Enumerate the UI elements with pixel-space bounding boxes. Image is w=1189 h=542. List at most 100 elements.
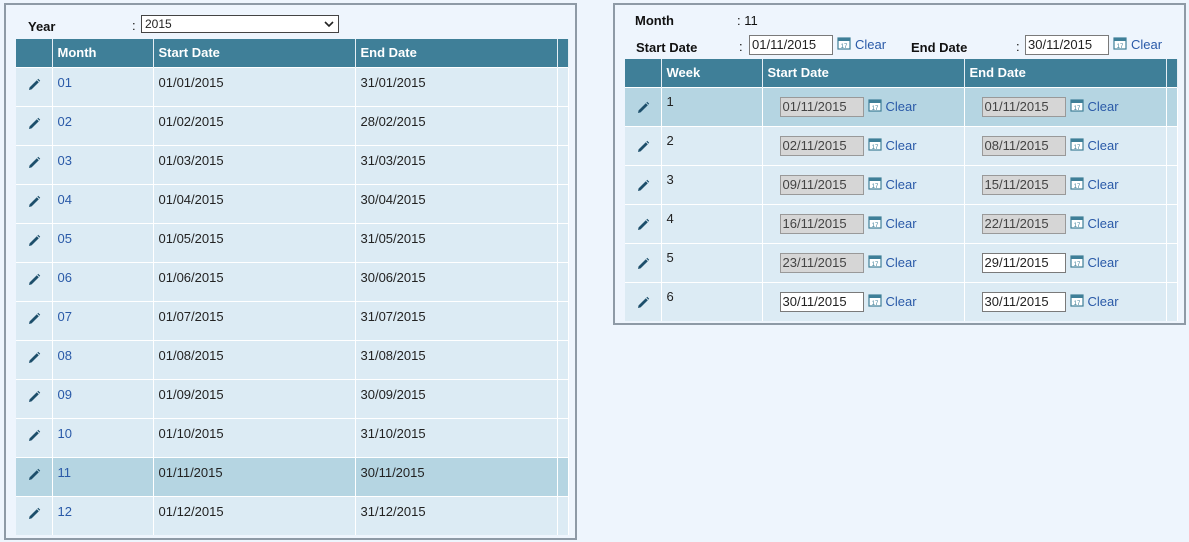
edit-cell[interactable]	[16, 339, 53, 379]
month-link[interactable]: 05	[58, 231, 72, 246]
end-date-input[interactable]: 30/11/2015	[1025, 35, 1109, 55]
table-row[interactable]: 4 16/11/2015 17 Clear 22/11/2015 17 Clear	[625, 203, 1178, 243]
table-row[interactable]: 06 01/06/2015 30/06/2015	[16, 261, 569, 301]
table-row[interactable]: 12 01/12/2015 31/12/2015	[16, 495, 569, 535]
year-select[interactable]: 2015	[141, 15, 339, 33]
pencil-icon[interactable]	[635, 178, 651, 194]
calendar-icon[interactable]: 17	[1069, 98, 1084, 112]
edit-cell[interactable]	[16, 300, 53, 340]
week-start-date-clear-link[interactable]: Clear	[886, 177, 917, 192]
week-end-date-clear-link[interactable]: Clear	[1088, 255, 1119, 270]
edit-cell[interactable]	[16, 495, 53, 535]
week-start-date-input[interactable]: 30/11/2015	[779, 291, 864, 312]
edit-cell[interactable]	[16, 417, 53, 457]
calendar-icon[interactable]: 17	[867, 293, 882, 307]
month-link[interactable]: 10	[58, 426, 72, 441]
table-row[interactable]: 07 01/07/2015 31/07/2015	[16, 300, 569, 340]
week-end-date-clear-link[interactable]: Clear	[1088, 294, 1119, 309]
calendar-icon[interactable]: 17	[867, 137, 882, 151]
edit-cell[interactable]	[625, 203, 662, 243]
calendar-icon[interactable]: 17	[867, 98, 882, 112]
edit-cell[interactable]	[16, 222, 53, 262]
pencil-icon[interactable]	[26, 155, 42, 171]
table-row[interactable]: 1 01/11/2015 17 Clear 01/11/2015 17 Clear	[625, 86, 1178, 126]
calendar-icon[interactable]: 17	[867, 215, 882, 229]
edit-cell[interactable]	[16, 105, 53, 145]
calendar-icon[interactable]: 17	[867, 254, 882, 268]
week-start-date-clear-link[interactable]: Clear	[886, 138, 917, 153]
month-link[interactable]: 06	[58, 270, 72, 285]
week-start-date-clear-link[interactable]: Clear	[886, 99, 917, 114]
month-link[interactable]: 07	[58, 309, 72, 324]
pencil-icon[interactable]	[635, 217, 651, 233]
pencil-icon[interactable]	[635, 295, 651, 311]
edit-cell[interactable]	[16, 66, 53, 106]
calendar-icon[interactable]: 17	[1069, 254, 1084, 268]
edit-cell[interactable]	[16, 378, 53, 418]
week-end-date-clear-link[interactable]: Clear	[1088, 216, 1119, 231]
pencil-icon[interactable]	[26, 116, 42, 132]
calendar-icon[interactable]: 17	[1069, 215, 1084, 229]
table-row[interactable]: 5 23/11/2015 17 Clear 29/11/2015 17 Clear	[625, 242, 1178, 282]
calendar-icon[interactable]: 17	[837, 36, 851, 50]
table-row[interactable]: 01 01/01/2015 31/01/2015	[16, 66, 569, 106]
pencil-icon[interactable]	[26, 428, 42, 444]
calendar-icon[interactable]: 17	[1113, 36, 1127, 50]
edit-cell[interactable]	[625, 242, 662, 282]
table-row[interactable]: 05 01/05/2015 31/05/2015	[16, 222, 569, 262]
pencil-icon[interactable]	[26, 272, 42, 288]
month-link[interactable]: 09	[58, 387, 72, 402]
calendar-icon[interactable]: 17	[1069, 176, 1084, 190]
week-end-date-input[interactable]: 29/11/2015	[981, 252, 1066, 273]
edit-cell[interactable]	[625, 125, 662, 165]
month-link[interactable]: 04	[58, 192, 72, 207]
month-link[interactable]: 03	[58, 153, 72, 168]
table-row[interactable]: 09 01/09/2015 30/09/2015	[16, 378, 569, 418]
week-start-date-clear-link[interactable]: Clear	[886, 216, 917, 231]
edit-cell[interactable]	[16, 144, 53, 184]
week-end-date-clear-link[interactable]: Clear	[1088, 99, 1119, 114]
pencil-icon[interactable]	[635, 139, 651, 155]
pencil-icon[interactable]	[26, 350, 42, 366]
month-link[interactable]: 02	[58, 114, 72, 129]
pencil-icon[interactable]	[26, 77, 42, 93]
table-row[interactable]: 6 30/11/2015 17 Clear 30/11/2015 17 Clear	[625, 281, 1178, 321]
table-row[interactable]: 2 02/11/2015 17 Clear 08/11/2015 17 Clear	[625, 125, 1178, 165]
week-end-date-clear-link[interactable]: Clear	[1088, 138, 1119, 153]
pencil-icon[interactable]	[26, 311, 42, 327]
pencil-icon[interactable]	[26, 233, 42, 249]
edit-cell[interactable]	[16, 183, 53, 223]
month-link[interactable]: 11	[58, 465, 72, 480]
pencil-icon[interactable]	[26, 506, 42, 522]
table-row[interactable]: 3 09/11/2015 17 Clear 15/11/2015 17 Clear	[625, 164, 1178, 204]
pencil-icon[interactable]	[26, 389, 42, 405]
month-link[interactable]: 12	[58, 504, 72, 519]
pencil-icon[interactable]	[635, 100, 651, 116]
month-link[interactable]: 01	[58, 75, 72, 90]
table-row[interactable]: 03 01/03/2015 31/03/2015	[16, 144, 569, 184]
week-start-date-clear-link[interactable]: Clear	[886, 294, 917, 309]
month-link[interactable]: 08	[58, 348, 72, 363]
edit-cell[interactable]	[625, 281, 662, 321]
edit-cell[interactable]	[625, 164, 662, 204]
pencil-icon[interactable]	[26, 467, 42, 483]
edit-cell[interactable]	[16, 456, 53, 496]
start-date-input[interactable]: 01/11/2015	[749, 35, 833, 55]
calendar-icon[interactable]: 17	[1069, 137, 1084, 151]
calendar-icon[interactable]: 17	[867, 176, 882, 190]
pencil-icon[interactable]	[635, 256, 651, 272]
calendar-icon[interactable]: 17	[1069, 293, 1084, 307]
table-row[interactable]: 08 01/08/2015 31/08/2015	[16, 339, 569, 379]
week-end-date-input[interactable]: 30/11/2015	[981, 291, 1066, 312]
table-row[interactable]: 04 01/04/2015 30/04/2015	[16, 183, 569, 223]
week-end-date-clear-link[interactable]: Clear	[1088, 177, 1119, 192]
table-row[interactable]: 10 01/10/2015 31/10/2015	[16, 417, 569, 457]
edit-cell[interactable]	[16, 261, 53, 301]
pencil-icon[interactable]	[26, 194, 42, 210]
table-row[interactable]: 11 01/11/2015 30/11/2015	[16, 456, 569, 496]
edit-cell[interactable]	[625, 86, 662, 126]
table-row[interactable]: 02 01/02/2015 28/02/2015	[16, 105, 569, 145]
start-date-clear-link[interactable]: Clear	[855, 37, 886, 52]
week-start-date-clear-link[interactable]: Clear	[886, 255, 917, 270]
end-date-clear-link[interactable]: Clear	[1131, 37, 1162, 52]
